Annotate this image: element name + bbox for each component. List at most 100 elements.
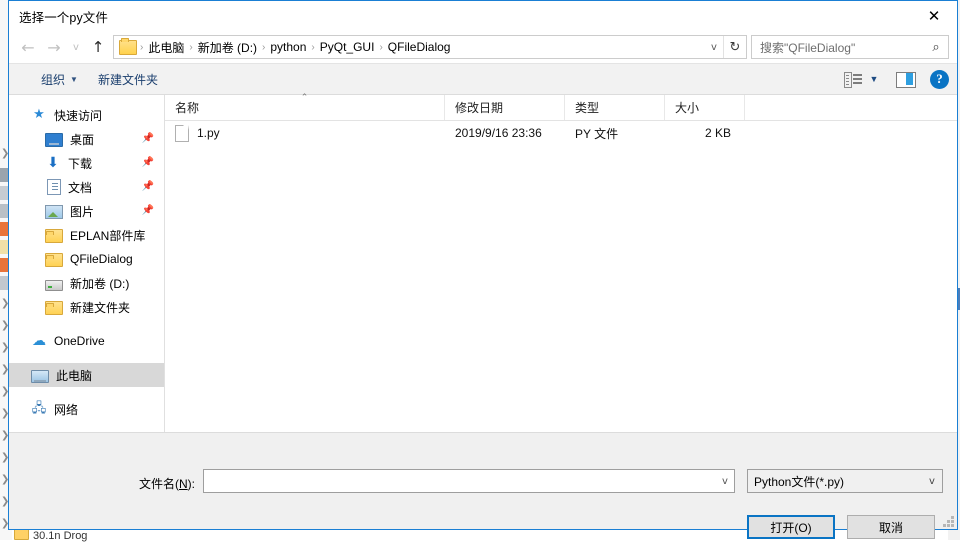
column-header-name[interactable]: ⌃ 名称 [165, 95, 445, 120]
new-folder-button[interactable]: 新建文件夹 [88, 68, 168, 90]
sidebar-item-downloads[interactable]: ⬇ 下载 📌 [9, 151, 164, 175]
filename-accesskey: N [179, 477, 188, 491]
sidebar-item-eplan-library[interactable]: EPLAN部件库 [9, 223, 164, 247]
command-bar-right-group: ▼ ? [842, 64, 949, 94]
up-button[interactable]: ↑ [85, 34, 111, 60]
sidebar-item-network[interactable]: 🖧 网络 [9, 397, 164, 421]
this-pc-icon [31, 370, 49, 383]
sidebar-item-onedrive[interactable]: ☁ OneDrive [9, 329, 164, 353]
sidebar-item-this-pc[interactable]: 此电脑 [9, 363, 164, 387]
cell-name: 1.py [165, 125, 445, 142]
pin-icon: 📌 [142, 181, 154, 192]
file-type-filter-select[interactable]: Python文件(*.py) ⅴ [747, 469, 943, 493]
star-icon: ★ [31, 107, 47, 123]
dialog-title: 选择一个py文件 [9, 7, 108, 26]
help-icon[interactable]: ? [930, 70, 949, 89]
sidebar-item-label: OneDrive [54, 334, 105, 348]
column-header-date-modified[interactable]: 修改日期 [445, 95, 565, 120]
refresh-icon[interactable]: ↻ [723, 36, 746, 58]
breadcrumb-item-2[interactable]: python [266, 40, 310, 54]
file-type-filter-value: Python文件(*.py) [748, 473, 922, 490]
sidebar-item-label: 新加卷 (D:) [70, 275, 129, 292]
column-header-label: 修改日期 [455, 99, 503, 116]
preview-pane-icon[interactable] [894, 69, 916, 89]
sort-ascending-icon: ⌃ [301, 94, 309, 103]
recent-locations-button[interactable]: ⅴ [67, 34, 85, 60]
breadcrumb-item-4[interactable]: QFileDialog [384, 40, 455, 54]
pin-icon: 📌 [142, 205, 154, 216]
navigation-bar: ← → ⅴ ↑ › 此电脑 › 新加卷 (D:) › python › PyQt… [9, 31, 957, 63]
sidebar-item-documents[interactable]: 文档 📌 [9, 175, 164, 199]
close-icon[interactable]: ✕ [911, 1, 957, 31]
pin-icon: 📌 [142, 133, 154, 144]
change-view-icon[interactable] [842, 69, 864, 89]
chevron-down-icon[interactable]: ⅴ [716, 476, 734, 487]
organize-button[interactable]: 组织 ▼ [31, 68, 88, 90]
folder-icon [119, 40, 137, 55]
sidebar-item-label: QFileDialog [70, 252, 133, 266]
column-header-spacer [745, 95, 957, 120]
preview-pane-fill [906, 73, 913, 85]
folder-icon [45, 229, 63, 243]
sidebar-item-desktop[interactable]: 桌面 📌 [9, 127, 164, 151]
sidebar-item-label: 快速访问 [54, 107, 102, 124]
breadcrumb-item-0[interactable]: 此电脑 [144, 39, 188, 56]
open-button[interactable]: 打开(O) [747, 515, 835, 539]
sidebar-item-new-folder[interactable]: 新建文件夹 [9, 295, 164, 319]
column-header-type[interactable]: 类型 [565, 95, 665, 120]
pictures-icon [45, 205, 63, 219]
back-button[interactable]: ← [15, 34, 41, 60]
filename-input[interactable]: ⅴ [203, 469, 735, 493]
cancel-button[interactable]: 取消 [847, 515, 935, 539]
organize-label: 组织 [41, 71, 65, 88]
command-bar: 组织 ▼ 新建文件夹 ▼ ? [9, 63, 957, 95]
forward-button[interactable]: → [41, 34, 67, 60]
sidebar-item-label: EPLAN部件库 [70, 227, 145, 244]
download-icon: ⬇ [45, 155, 61, 171]
sidebar-item-label: 新建文件夹 [70, 299, 130, 316]
filename-label-suffix: ): [188, 477, 195, 491]
sidebar-item-label: 网络 [54, 401, 78, 418]
chevron-down-icon[interactable]: ⅴ [705, 42, 723, 53]
address-bar[interactable]: › 此电脑 › 新加卷 (D:) › python › PyQt_GUI › Q… [113, 35, 747, 59]
sidebar-item-qfiledialog[interactable]: QFileDialog [9, 247, 164, 271]
cell-size: 2 KB [665, 126, 745, 140]
sidebar-item-label: 文档 [68, 179, 92, 196]
sidebar-item-new-volume-d[interactable]: 新加卷 (D:) [9, 271, 164, 295]
resize-grip[interactable] [942, 515, 954, 527]
sidebar-item-label: 图片 [70, 203, 94, 220]
dialog-footer: 文件名(N): ⅴ Python文件(*.py) ⅴ 打开(O) 取消 [9, 432, 957, 529]
breadcrumb: › 此电脑 › 新加卷 (D:) › python › PyQt_GUI › Q… [139, 39, 705, 56]
filename-label-prefix: 文件名( [139, 477, 179, 491]
file-icon [175, 125, 189, 142]
navigation-pane: ★ 快速访问 桌面 📌 ⬇ 下载 📌 文档 📌 图片 📌 [9, 95, 165, 432]
column-header-label: 类型 [575, 99, 599, 116]
breadcrumb-item-3[interactable]: PyQt_GUI [316, 40, 379, 54]
file-rows: 1.py 2019/9/16 23:36 PY 文件 2 KB [165, 121, 957, 432]
title-bar: 选择一个py文件 ✕ [9, 1, 957, 31]
folder-icon [45, 253, 63, 267]
file-list-pane: ⌃ 名称 修改日期 类型 大小 1.py [165, 95, 957, 432]
sidebar-item-label: 此电脑 [56, 367, 92, 384]
sidebar-item-label: 下载 [68, 155, 92, 172]
onedrive-cloud-icon: ☁ [31, 333, 47, 349]
network-icon: 🖧 [31, 401, 47, 417]
column-header-label: 大小 [675, 99, 699, 116]
chevron-down-icon: ⅴ [922, 476, 942, 487]
breadcrumb-item-1[interactable]: 新加卷 (D:) [194, 39, 261, 56]
column-header-size[interactable]: 大小 [665, 95, 745, 120]
background-bottom-label: 30.1n Drog [33, 530, 87, 542]
file-open-dialog: 选择一个py文件 ✕ ← → ⅴ ↑ › 此电脑 › 新加卷 (D:) › py… [8, 0, 958, 530]
sidebar-item-quick-access[interactable]: ★ 快速访问 [9, 103, 164, 127]
drive-icon [45, 280, 63, 291]
chevron-down-icon: ▼ [70, 75, 78, 84]
table-row[interactable]: 1.py 2019/9/16 23:36 PY 文件 2 KB [165, 121, 957, 145]
column-header-row: ⌃ 名称 修改日期 类型 大小 [165, 95, 957, 121]
sidebar-item-pictures[interactable]: 图片 📌 [9, 199, 164, 223]
filename-label: 文件名(N): [139, 475, 195, 492]
file-name-label: 1.py [197, 126, 220, 140]
chevron-down-icon[interactable]: ▼ [866, 74, 882, 84]
search-box[interactable]: 搜索"QFileDialog" ⌕ [751, 35, 949, 59]
search-input[interactable]: 搜索"QFileDialog" [752, 39, 924, 56]
search-icon: ⌕ [924, 40, 948, 55]
